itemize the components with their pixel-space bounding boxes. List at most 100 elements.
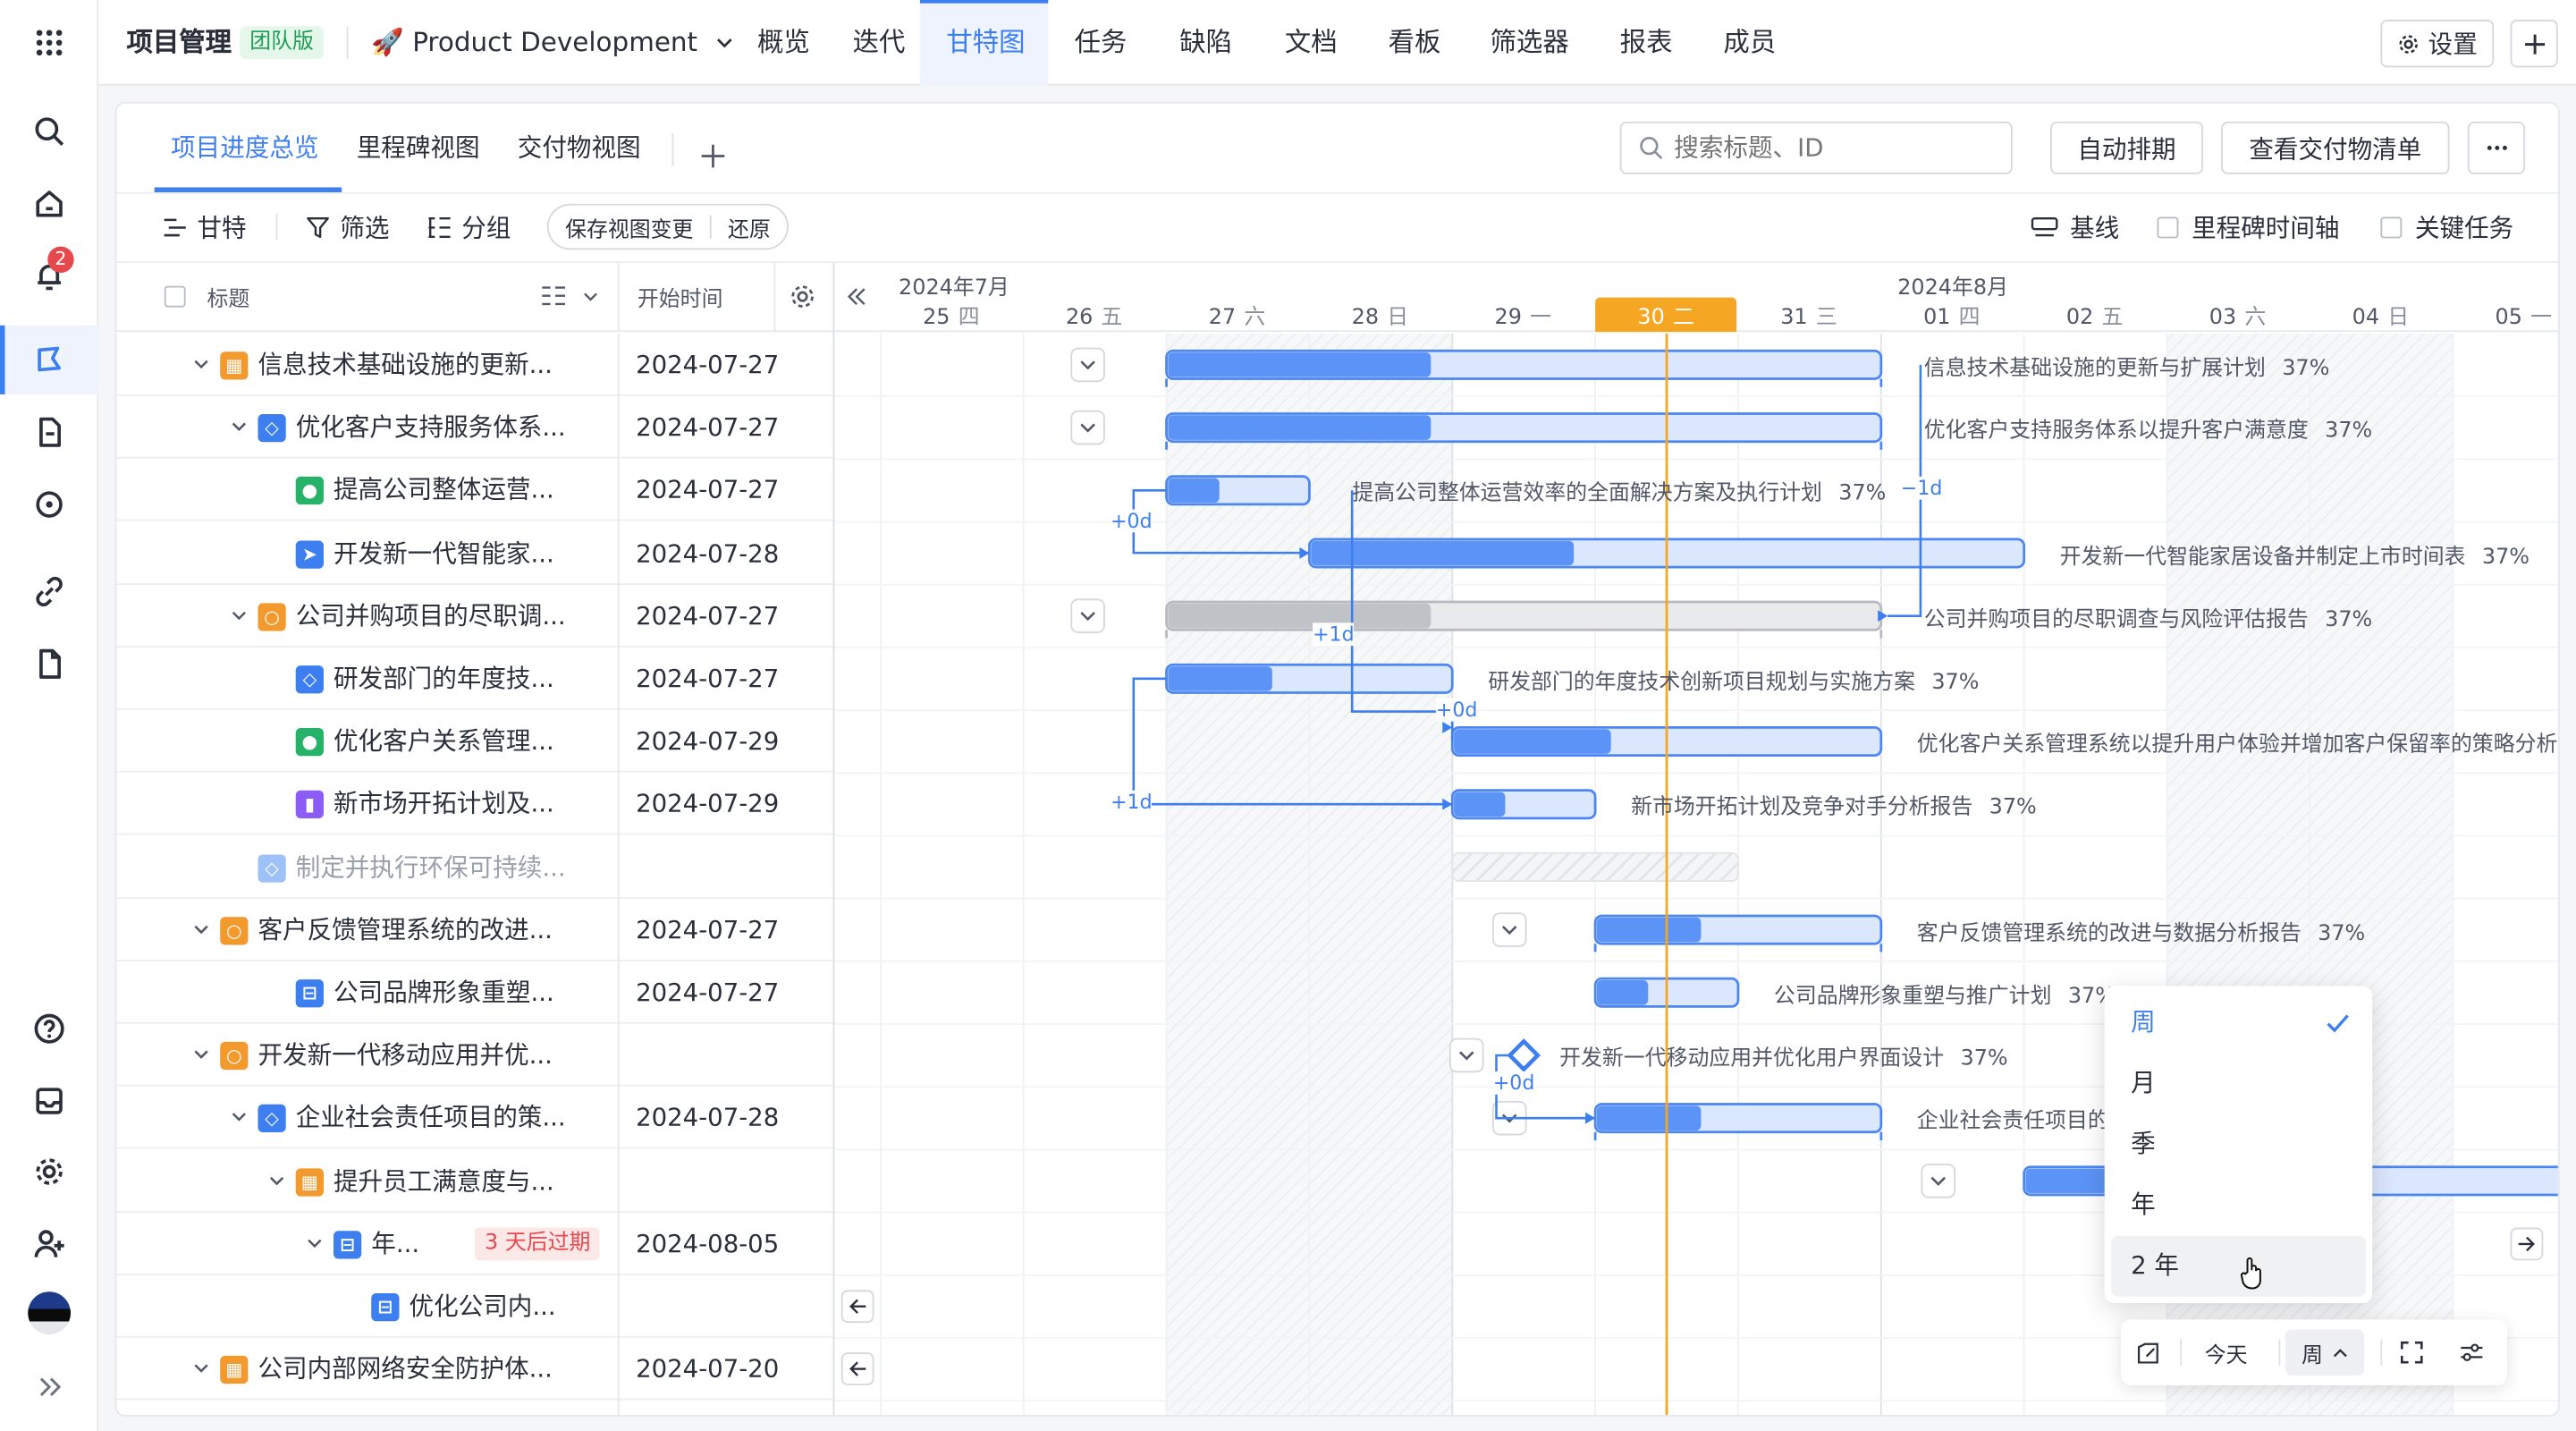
scale-option[interactable]: 周 [2111, 993, 2366, 1054]
nav-tab-3[interactable]: 任务 [1075, 0, 1128, 86]
expand-rail-icon[interactable] [31, 1369, 67, 1405]
link-icon[interactable] [31, 573, 67, 609]
table-row[interactable]: ◇ 研发部门的年度技... 2024-07-27 [116, 648, 835, 710]
view-tab-2[interactable]: 交付物视图 [518, 104, 641, 192]
search-box[interactable] [1619, 121, 2013, 174]
baseline-button[interactable]: 基线 [2031, 206, 2119, 249]
scale-option[interactable]: 月 [2111, 1054, 2366, 1114]
table-row[interactable]: ▮ 新市场开拓计划及... 2024-07-29 [116, 773, 835, 836]
column-settings-icon[interactable] [789, 283, 816, 310]
help-icon[interactable] [31, 1011, 67, 1046]
table-row[interactable]: ◇ 优化客户支持服务体系... 2024-07-27 [116, 396, 835, 459]
table-row[interactable]: ○ 开发新一代移动应用并优... [116, 1024, 835, 1087]
nav-tab-7[interactable]: 筛选器 [1491, 0, 1569, 86]
chevron-down-icon[interactable] [267, 1171, 285, 1189]
milestone-axis-toggle[interactable]: 里程碑时间轴 [2157, 206, 2340, 249]
nav-tab-8[interactable]: 报表 [1620, 0, 1673, 86]
chevron-down-icon[interactable] [192, 920, 210, 938]
scale-option-label: 周 [2131, 1007, 2156, 1037]
nav-tab-4[interactable]: 缺陷 [1179, 0, 1232, 86]
scale-option-label: 2 年 [2131, 1250, 2179, 1281]
restore-button[interactable]: 还原 [728, 211, 771, 242]
project-icon[interactable] [31, 342, 67, 377]
chevron-down-icon[interactable] [192, 1359, 210, 1377]
fullscreen-icon[interactable] [2400, 1341, 2423, 1364]
table-row[interactable]: ▦ 信息技术基础设施的更新... 2024-07-27 [116, 334, 835, 396]
nav-tab-1[interactable]: 迭代 [853, 0, 906, 86]
table-row[interactable]: ○ 公司并购项目的尽职调... 2024-07-27 [116, 585, 835, 648]
gear-icon[interactable] [31, 1154, 67, 1190]
user-story-icon: ● [295, 728, 324, 757]
scale-select[interactable]: 周 [2285, 1329, 2365, 1376]
home-icon[interactable] [31, 186, 67, 222]
nav-tab-5[interactable]: 文档 [1285, 0, 1338, 86]
view-tab-0[interactable]: 项目进度总览 [171, 104, 318, 192]
add-button[interactable] [2510, 20, 2558, 68]
add-user-icon[interactable] [31, 1226, 67, 1262]
table-row[interactable]: ⊟ 公司品牌形象重塑... 2024-07-27 [116, 961, 835, 1024]
view-tab-1[interactable]: 里程碑视图 [357, 104, 480, 192]
chevron-down-icon[interactable] [230, 606, 248, 624]
chevron-down-icon[interactable] [192, 355, 210, 373]
critical-task-toggle[interactable]: 关键任务 [2380, 206, 2513, 249]
scroll-right-button[interactable] [2510, 1227, 2544, 1260]
row-title: 研发部门的年度技... [333, 664, 554, 694]
sort-icon[interactable] [541, 284, 567, 308]
adjust-icon[interactable] [2460, 1341, 2485, 1364]
milestone-axis-label: 里程碑时间轴 [2192, 212, 2340, 243]
table-row[interactable]: ● 优化客户关系管理... 2024-07-29 [116, 710, 835, 773]
epic-icon: ▦ [220, 351, 249, 380]
table-row[interactable]: ◇ 制定并执行环保可持续... [116, 835, 835, 899]
collapse-left-icon[interactable] [846, 286, 867, 308]
avatar[interactable] [28, 1291, 72, 1334]
settings-button[interactable]: 设置 [2380, 20, 2495, 68]
view-deliverables-button[interactable]: 查看交付物清单 [2221, 121, 2450, 174]
chevron-down-icon[interactable] [306, 1234, 324, 1252]
more-button[interactable] [2467, 121, 2526, 174]
project-switcher[interactable]: 🚀 Product Development [371, 0, 733, 86]
table-row[interactable]: ◇ 企业社会责任项目的策... 2024-07-28 [116, 1087, 835, 1150]
scroll-left-button[interactable] [840, 1352, 874, 1386]
nav-tab-9[interactable]: 成员 [1723, 0, 1776, 86]
inbox-icon[interactable] [31, 1083, 67, 1119]
scale-option[interactable]: 年 [2111, 1175, 2366, 1236]
table-row[interactable]: ○ 客户反馈管理系统的改进... 2024-07-27 [116, 899, 835, 961]
scale-option[interactable]: 季 [2111, 1114, 2366, 1175]
table-row[interactable]: ⊟ 优化公司内... [116, 1275, 835, 1338]
gauge-icon[interactable] [31, 487, 67, 522]
chevron-down-icon[interactable] [583, 289, 598, 304]
table-row[interactable]: ▦ 提升员工满意度与... [116, 1149, 835, 1213]
milestone-axis-checkbox[interactable] [2157, 216, 2179, 238]
chevron-down-icon[interactable] [230, 418, 248, 436]
table-row[interactable]: ⊟ 年... 3 天后过期 2024-08-05 [116, 1213, 835, 1275]
filter-button[interactable]: 筛选 [306, 206, 389, 249]
auto-schedule-button[interactable]: 自动排期 [2050, 121, 2203, 174]
critical-task-checkbox[interactable] [2380, 216, 2403, 238]
chevron-down-icon[interactable] [192, 1046, 210, 1063]
scale-option-label: 季 [2131, 1129, 2156, 1159]
day-weekday: 日 [1387, 305, 1409, 331]
search-icon[interactable] [31, 114, 67, 149]
chevron-down-icon[interactable] [230, 1108, 248, 1126]
nav-tab-2[interactable]: 甘特图 [946, 0, 1025, 86]
settings-label: 设置 [2428, 30, 2478, 60]
save-view-button[interactable]: 保存视图变更 [565, 211, 693, 242]
add-view-button[interactable] [700, 131, 726, 168]
day-label: 31 三 [1743, 299, 1874, 331]
document-icon[interactable] [31, 414, 67, 450]
nav-tab-0[interactable]: 概览 [757, 0, 810, 86]
plus-icon [2524, 33, 2545, 54]
nav-tab-6[interactable]: 看板 [1389, 0, 1441, 86]
table-row[interactable]: ● 提高公司整体运营... 2024-07-27 [116, 459, 835, 522]
group-button[interactable]: 分组 [427, 206, 511, 249]
scroll-left-button[interactable] [840, 1290, 874, 1324]
table-row[interactable]: ▦ 公司内部网络安全防护体... 2024-07-20 [116, 1338, 835, 1401]
gantt-mode-button[interactable]: 甘特 [163, 206, 247, 249]
export-icon[interactable] [2136, 1341, 2161, 1366]
select-all-checkbox[interactable] [164, 285, 186, 308]
search-input[interactable] [1674, 132, 1987, 163]
file-icon[interactable] [31, 646, 67, 682]
table-row[interactable]: ➤ 开发新一代智能家... 2024-07-28 [116, 522, 835, 585]
app-grid-icon[interactable] [31, 25, 67, 61]
today-button[interactable]: 今天 [2205, 1338, 2248, 1369]
